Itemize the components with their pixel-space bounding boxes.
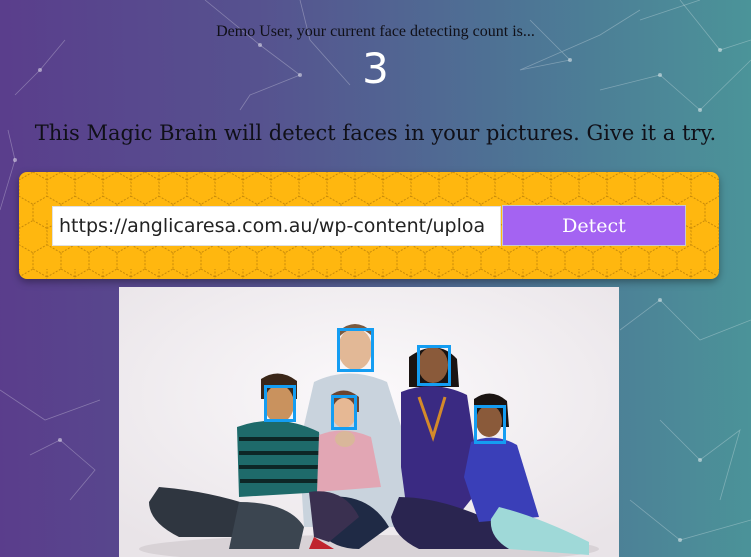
detect-button[interactable]: Detect [502,205,686,246]
result-image [119,287,619,557]
image-url-input[interactable] [52,206,501,246]
face-count-message: Demo User, your current face detecting c… [216,23,535,40]
image-link-form: Detect [19,172,719,279]
face-box[interactable] [337,328,374,372]
page-tagline: This Magic Brain will detect faces in yo… [34,121,717,145]
face-box[interactable] [331,395,357,430]
face-count-value: 3 [362,44,389,93]
face-box[interactable] [417,345,451,386]
face-box[interactable] [474,405,506,444]
face-box[interactable] [264,385,296,422]
